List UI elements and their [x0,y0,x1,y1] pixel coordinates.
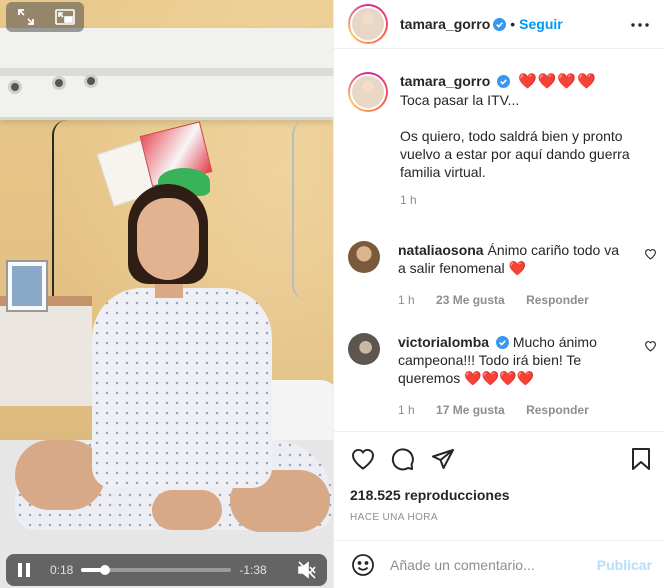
comment-username[interactable]: victorialomba [398,334,489,350]
video-frame-shelf [0,296,92,406]
video-overlay-buttons [6,2,84,32]
video-controls: 0:18 -1:38 [6,554,327,586]
speaker-muted-icon[interactable] [295,558,319,582]
expand-arrows-icon[interactable] [14,5,38,29]
pause-icon[interactable] [14,560,34,580]
bookmark-icon[interactable] [628,446,654,472]
comment-input[interactable] [390,556,590,573]
video-frame-photo [6,260,48,312]
avatar[interactable] [348,4,388,44]
comment-likes[interactable]: 23 Me gusta [436,293,505,307]
comment-item: victorialomba Mucho ánimo campeona!!! To… [348,333,658,419]
avatar[interactable] [348,72,388,112]
add-comment-bar: Publicar [334,540,665,588]
post-timestamp[interactable]: HACE UNA HORA [350,512,438,523]
publish-button[interactable]: Publicar [597,557,652,573]
paper-plane-icon[interactable] [430,446,456,472]
follow-button[interactable]: Seguir [519,16,563,32]
heart-icon[interactable] [350,446,376,472]
avatar[interactable] [348,241,380,273]
comment-item: nataliaosona Ánimo cariño todo va a sali… [348,241,658,309]
verified-badge-icon [497,74,511,88]
caption-timestamp[interactable]: 1 h [400,193,417,207]
more-options-icon[interactable] [628,16,652,34]
video-player[interactable]: 0:18 -1:38 [0,0,333,588]
picture-in-picture-icon[interactable] [53,5,77,29]
caption-username[interactable]: tamara_gorro [400,73,490,89]
post-sidebar: tamara_gorro • Seguir tamara_gorro ❤️❤️❤… [333,0,665,588]
post-header: tamara_gorro • Seguir [334,0,665,49]
comment-username[interactable]: nataliaosona [398,242,484,258]
verified-badge-icon [493,17,507,31]
separator-dot: • [510,16,516,32]
video-current-time: 0:18 [50,563,74,577]
comment-likes[interactable]: 17 Me gusta [436,403,505,417]
caption-text: Toca pasar la ITV... Os quiero, todo sal… [400,92,630,180]
video-frame-person [92,288,272,488]
post-caption: tamara_gorro ❤️❤️❤️❤️ Toca pasar la ITV.… [348,72,658,209]
verified-badge-icon [495,335,509,349]
comment-reply-button[interactable]: Responder [526,293,589,307]
action-bar [334,431,665,483]
video-frame-headboard [0,28,333,120]
avatar[interactable] [348,333,380,365]
video-remaining-time: -1:38 [239,563,267,577]
comment-reply-button[interactable]: Responder [526,403,589,417]
video-progress-handle[interactable] [99,565,110,575]
comment-timestamp[interactable]: 1 h [398,403,415,417]
video-progress-bar[interactable] [81,565,232,575]
smiley-icon[interactable] [350,552,376,578]
comment-timestamp[interactable]: 1 h [398,293,415,307]
author-username[interactable]: tamara_gorro [400,16,490,32]
comment-bubble-icon[interactable] [390,446,416,472]
view-count: 218.525 reproducciones [350,487,510,503]
heart-icon[interactable] [644,339,658,353]
caption-hearts: ❤️❤️❤️❤️ [518,73,597,90]
heart-icon[interactable] [644,247,658,261]
